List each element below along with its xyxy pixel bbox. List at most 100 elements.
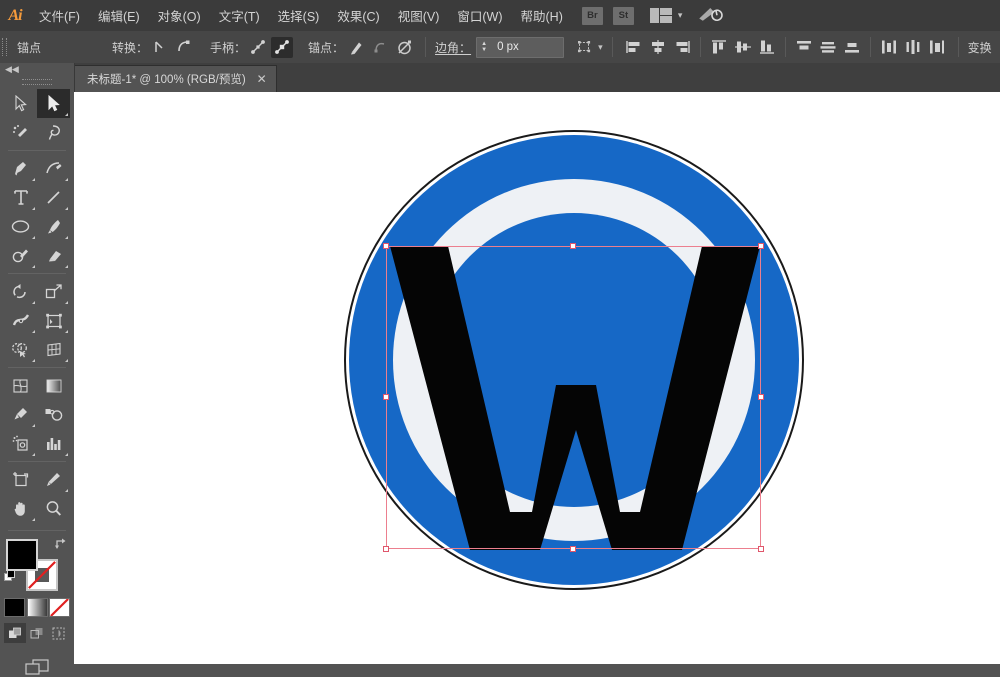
- selection-handle-top-left[interactable]: [383, 243, 389, 249]
- document-tab[interactable]: 未标题-1* @ 100% (RGB/预览) ✕: [74, 65, 277, 92]
- perspective-grid-tool[interactable]: [37, 335, 70, 364]
- align-horizontal-center-icon[interactable]: [647, 37, 669, 58]
- menu-type[interactable]: 文字(T): [210, 0, 269, 31]
- draw-normal-mode[interactable]: [4, 623, 26, 643]
- width-tool[interactable]: [4, 306, 37, 335]
- menu-effect[interactable]: 效果(C): [328, 0, 388, 31]
- distribute-horizontal-left-icon[interactable]: [878, 37, 900, 58]
- selection-handle-top-right[interactable]: [758, 243, 764, 249]
- lasso-tool[interactable]: [37, 118, 70, 147]
- align-vertical-center-icon[interactable]: [732, 37, 754, 58]
- pen-tool[interactable]: [4, 154, 37, 183]
- distribute-vertical-top-icon[interactable]: [793, 37, 815, 58]
- artboard-tool[interactable]: [4, 465, 37, 494]
- paintbrush-tool[interactable]: [37, 212, 70, 241]
- canvas-area[interactable]: [74, 92, 1000, 664]
- menu-help[interactable]: 帮助(H): [512, 0, 572, 31]
- default-fill-stroke-icon[interactable]: [4, 570, 17, 583]
- symbol-sprayer-tool[interactable]: [4, 429, 37, 458]
- anchors-label: 锚点：: [308, 39, 344, 56]
- show-handles-icon[interactable]: [247, 37, 269, 58]
- convert-label: 转换：: [112, 39, 148, 56]
- eraser-tool[interactable]: [37, 241, 70, 270]
- convert-to-corner-icon[interactable]: [149, 37, 171, 58]
- selection-tool[interactable]: [37, 89, 70, 118]
- remove-anchor-icon[interactable]: [345, 37, 367, 58]
- align-top-icon[interactable]: [708, 37, 730, 58]
- stepper-down-icon[interactable]: ▼: [481, 47, 487, 53]
- screen-mode-button[interactable]: [4, 657, 70, 677]
- control-bar-grip[interactable]: [0, 31, 9, 63]
- distribute-horizontal-center-icon[interactable]: [902, 37, 924, 58]
- draw-inside-mode[interactable]: [48, 623, 70, 643]
- color-mode-gradient[interactable]: [27, 598, 48, 617]
- mesh-tool[interactable]: [4, 371, 37, 400]
- menu-window[interactable]: 窗口(W): [448, 0, 511, 31]
- collapse-panel-icon[interactable]: ◀◀: [0, 63, 74, 76]
- selection-handle-middle-left[interactable]: [383, 394, 389, 400]
- tools-panel-grip[interactable]: [0, 76, 74, 87]
- tools-panel: ◀◀: [0, 63, 75, 664]
- menu-file[interactable]: 文件(F): [30, 0, 89, 31]
- menu-select[interactable]: 选择(S): [269, 0, 329, 31]
- selection-handle-bottom-center[interactable]: [570, 546, 576, 552]
- line-segment-tool[interactable]: [37, 183, 70, 212]
- chevron-down-icon[interactable]: ▾: [678, 10, 683, 21]
- fill-swatch[interactable]: [6, 539, 38, 571]
- draw-behind-mode[interactable]: [26, 623, 48, 643]
- corner-radius-field[interactable]: ▲ ▼ 0 px: [476, 37, 564, 58]
- selection-handle-bottom-right[interactable]: [758, 546, 764, 552]
- slice-tool[interactable]: [37, 465, 70, 494]
- distribute-vertical-bottom-icon[interactable]: [841, 37, 863, 58]
- rotate-tool[interactable]: [4, 277, 37, 306]
- scale-tool[interactable]: [37, 277, 70, 306]
- cut-path-icon[interactable]: [393, 37, 415, 58]
- selection-bounding-box[interactable]: [386, 246, 761, 549]
- transform-label[interactable]: 变换: [968, 39, 992, 56]
- align-left-icon[interactable]: [623, 37, 645, 58]
- zoom-tool[interactable]: [37, 494, 70, 523]
- divider: [958, 37, 959, 57]
- align-bottom-icon[interactable]: [756, 37, 778, 58]
- menu-object[interactable]: 对象(O): [149, 0, 210, 31]
- isolate-selected-object-icon[interactable]: [574, 37, 596, 58]
- gradient-tool[interactable]: [37, 371, 70, 400]
- divider: [870, 37, 871, 57]
- bridge-button[interactable]: Br: [582, 7, 603, 25]
- corner-stepper[interactable]: ▲ ▼: [477, 39, 491, 56]
- hand-tool[interactable]: [4, 494, 37, 523]
- convert-to-smooth-icon[interactable]: [173, 37, 195, 58]
- shape-builder-tool[interactable]: [4, 335, 37, 364]
- blend-tool[interactable]: [37, 400, 70, 429]
- corner-radius-input[interactable]: 0 px: [491, 39, 563, 56]
- curvature-tool[interactable]: [37, 154, 70, 183]
- selection-handle-bottom-left[interactable]: [383, 546, 389, 552]
- shaper-tool[interactable]: [4, 241, 37, 270]
- ellipse-tool[interactable]: [4, 212, 37, 241]
- type-tool[interactable]: [4, 183, 37, 212]
- distribute-horizontal-right-icon[interactable]: [926, 37, 948, 58]
- menu-edit[interactable]: 编辑(E): [89, 0, 149, 31]
- tools-divider: [8, 530, 66, 531]
- hide-handles-icon[interactable]: [271, 37, 293, 58]
- column-graph-tool[interactable]: [37, 429, 70, 458]
- distribute-vertical-center-icon[interactable]: [817, 37, 839, 58]
- magic-wand-tool[interactable]: [4, 118, 37, 147]
- stock-button[interactable]: St: [613, 7, 634, 25]
- swap-fill-stroke-icon[interactable]: [54, 537, 68, 553]
- selection-handle-middle-right[interactable]: [758, 394, 764, 400]
- isolate-chevron-down-icon[interactable]: ▾: [598, 42, 603, 53]
- direct-selection-tool[interactable]: [4, 89, 37, 118]
- workspace-switcher-icon[interactable]: [696, 2, 726, 29]
- free-transform-tool[interactable]: [37, 306, 70, 335]
- illustrator-window: Ai 文件(F) 编辑(E) 对象(O) 文字(T) 选择(S) 效果(C) 视…: [0, 0, 1000, 664]
- connect-anchor-icon[interactable]: [369, 37, 391, 58]
- align-right-icon[interactable]: [671, 37, 693, 58]
- menu-view[interactable]: 视图(V): [389, 0, 449, 31]
- eyedropper-tool[interactable]: [4, 400, 37, 429]
- arrange-documents-icon[interactable]: [650, 8, 672, 23]
- close-icon[interactable]: ✕: [257, 73, 267, 85]
- selection-handle-top-center[interactable]: [570, 243, 576, 249]
- color-mode-none[interactable]: [49, 598, 70, 617]
- color-mode-solid[interactable]: [4, 598, 25, 617]
